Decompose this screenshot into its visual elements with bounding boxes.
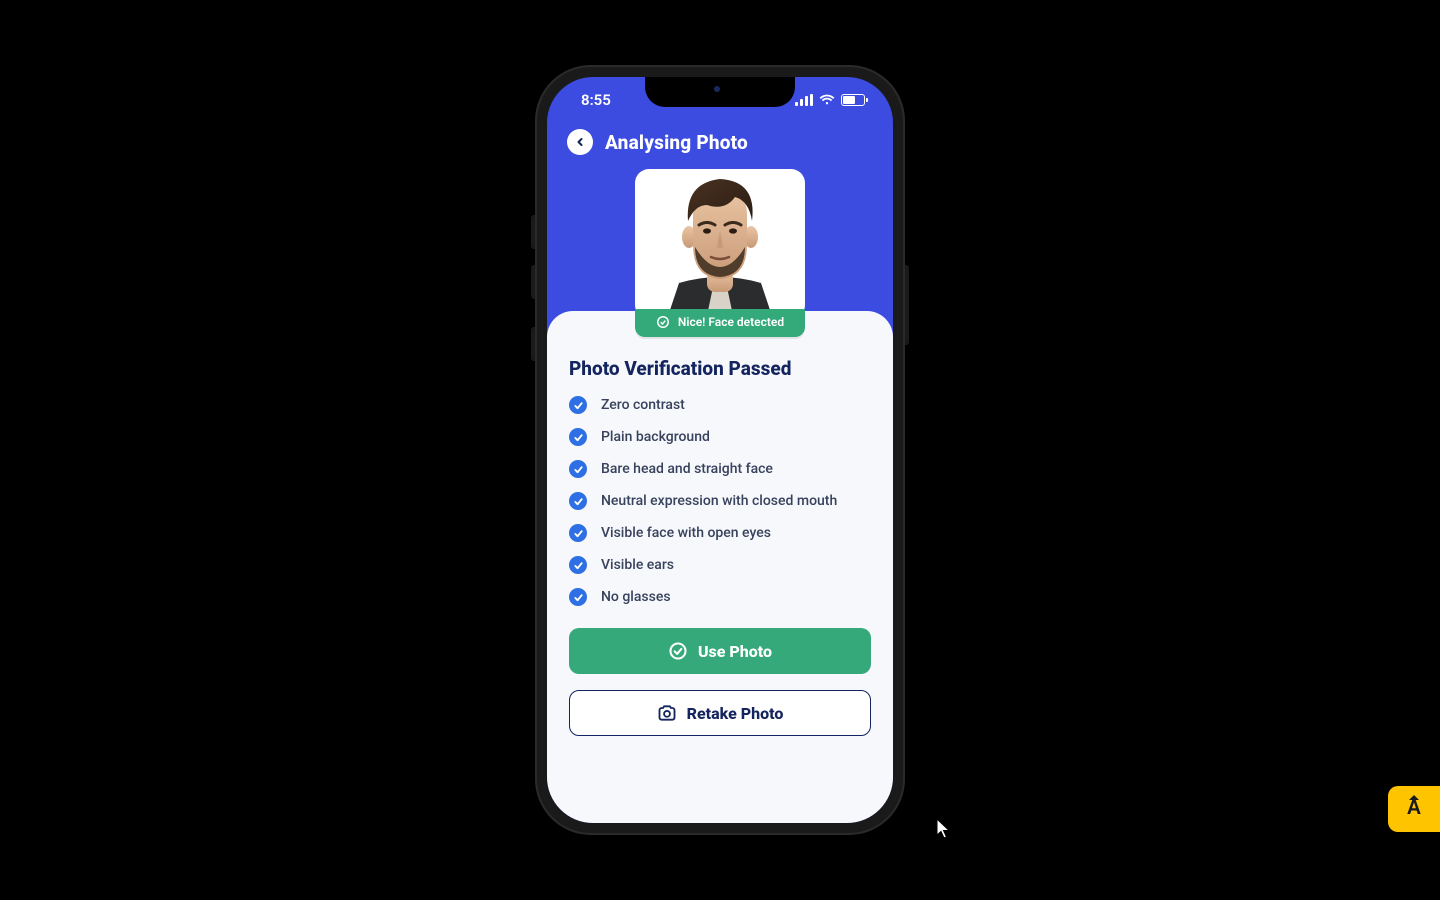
check-icon (569, 396, 587, 414)
retake-photo-button[interactable]: Retake Photo (569, 690, 871, 736)
portrait-illustration (655, 175, 785, 319)
check-item: Neutral expression with closed mouth (569, 492, 871, 510)
check-label: Visible ears (601, 557, 674, 573)
check-icon (569, 492, 587, 510)
status-time: 8:55 (581, 91, 611, 109)
check-item: No glasses (569, 588, 871, 606)
status-icons (795, 94, 865, 106)
check-item: Visible ears (569, 556, 871, 574)
check-icon (569, 460, 587, 478)
check-label: Plain background (601, 429, 710, 445)
phone-frame: 8:55 Analysing Photo (535, 65, 905, 835)
cellular-icon (795, 94, 813, 106)
phone-notch (645, 77, 795, 107)
wifi-icon (819, 94, 835, 106)
page-title: Analysing Photo (605, 131, 748, 154)
mouse-cursor (936, 818, 952, 840)
check-item: Visible face with open eyes (569, 524, 871, 542)
photo-preview (635, 169, 805, 319)
check-item: Bare head and straight face (569, 460, 871, 478)
check-icon (569, 588, 587, 606)
check-label: Neutral expression with closed mouth (601, 493, 837, 509)
use-photo-label: Use Photo (698, 642, 772, 661)
check-list: Zero contrast Plain background Bare head… (569, 396, 871, 606)
detection-badge-text: Nice! Face detected (678, 315, 784, 329)
app-header: Analysing Photo (547, 123, 893, 169)
check-label: Bare head and straight face (601, 461, 773, 477)
battery-icon (841, 94, 865, 106)
check-icon (569, 524, 587, 542)
photo-preview-area: Nice! Face detected (547, 169, 893, 319)
check-item: Zero contrast (569, 396, 871, 414)
check-circle-icon (656, 315, 670, 329)
result-sheet: Photo Verification Passed Zero contrast … (547, 311, 893, 823)
check-label: No glasses (601, 589, 671, 605)
help-widget-icon: A (1407, 797, 1421, 820)
check-label: Visible face with open eyes (601, 525, 771, 541)
back-button[interactable] (567, 129, 593, 155)
camera-icon (657, 703, 677, 723)
detection-badge: Nice! Face detected (635, 309, 805, 337)
chevron-left-icon (574, 136, 586, 148)
retake-photo-label: Retake Photo (687, 704, 784, 723)
check-icon (569, 428, 587, 446)
use-photo-button[interactable]: Use Photo (569, 628, 871, 674)
check-icon (569, 556, 587, 574)
check-circle-icon (668, 641, 688, 661)
result-title: Photo Verification Passed (569, 357, 871, 380)
check-label: Zero contrast (601, 397, 685, 413)
help-widget-button[interactable]: A (1388, 786, 1440, 832)
check-item: Plain background (569, 428, 871, 446)
phone-screen: 8:55 Analysing Photo (547, 77, 893, 823)
